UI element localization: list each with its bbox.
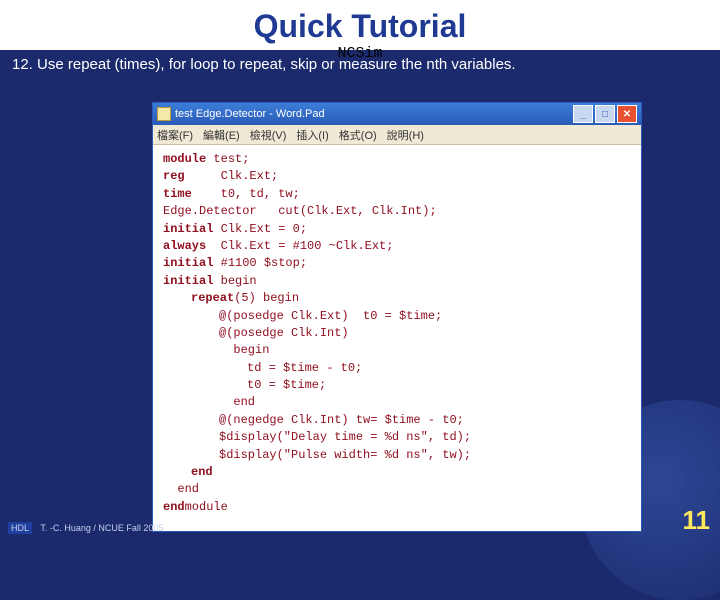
code-line: reg Clk.Ext; (163, 168, 631, 185)
titlebar: test Edge.Detector - Word.Pad _ □ ✕ (153, 103, 641, 125)
maximize-button[interactable]: □ (595, 105, 615, 123)
code-line: endmodule (163, 499, 631, 516)
code-line: end (163, 394, 631, 411)
code-line: t0 = $time; (163, 377, 631, 394)
code-line: module test; (163, 151, 631, 168)
code-line: Edge.Detector cut(Clk.Ext, Clk.Int); (163, 203, 631, 220)
menu-file[interactable]: 檔案(F) (157, 127, 193, 143)
code-line: initial begin (163, 273, 631, 290)
hdl-badge: HDL (8, 522, 32, 534)
code-line: @(posedge Clk.Int) (163, 325, 631, 342)
code-line: always Clk.Ext = #100 ~Clk.Ext; (163, 238, 631, 255)
page-number: 11 (683, 505, 711, 536)
code-line: $display("Pulse width= %d ns", tw); (163, 447, 631, 464)
menu-view[interactable]: 檢視(V) (250, 127, 287, 143)
code-line: end (163, 464, 631, 481)
menu-edit[interactable]: 編輯(E) (203, 127, 240, 143)
menubar: 檔案(F) 編輯(E) 檢視(V) 插入(I) 格式(O) 說明(H) (153, 125, 641, 145)
close-button[interactable]: ✕ (617, 105, 637, 123)
minimize-button[interactable]: _ (573, 105, 593, 123)
code-line: repeat(5) begin (163, 290, 631, 307)
window-title: test Edge.Detector - Word.Pad (175, 108, 571, 120)
code-line: initial Clk.Ext = 0; (163, 221, 631, 238)
code-line: initial #1100 $stop; (163, 255, 631, 272)
code-line: begin (163, 342, 631, 359)
code-line: $display("Delay time = %d ns", td); (163, 429, 631, 446)
footer-credit: T. -C. Huang / NCUE Fall 2005 (40, 523, 163, 533)
code-line: @(posedge Clk.Ext) t0 = $time; (163, 308, 631, 325)
menu-insert[interactable]: 插入(I) (296, 127, 328, 143)
code-line: td = $time - t0; (163, 360, 631, 377)
slide-title: Quick Tutorial (0, 0, 720, 45)
code-line: @(negedge Clk.Int) tw= $time - t0; (163, 412, 631, 429)
code-line: end (163, 481, 631, 498)
wordpad-icon (157, 107, 171, 121)
menu-help[interactable]: 說明(H) (387, 127, 424, 143)
code-area: module test;reg Clk.Ext;time t0, td, tw;… (153, 145, 641, 522)
wordpad-window: test Edge.Detector - Word.Pad _ □ ✕ 檔案(F… (152, 102, 642, 532)
code-line: time t0, td, tw; (163, 186, 631, 203)
menu-format[interactable]: 格式(O) (339, 127, 377, 143)
footer: HDL T. -C. Huang / NCUE Fall 2005 (8, 522, 163, 534)
